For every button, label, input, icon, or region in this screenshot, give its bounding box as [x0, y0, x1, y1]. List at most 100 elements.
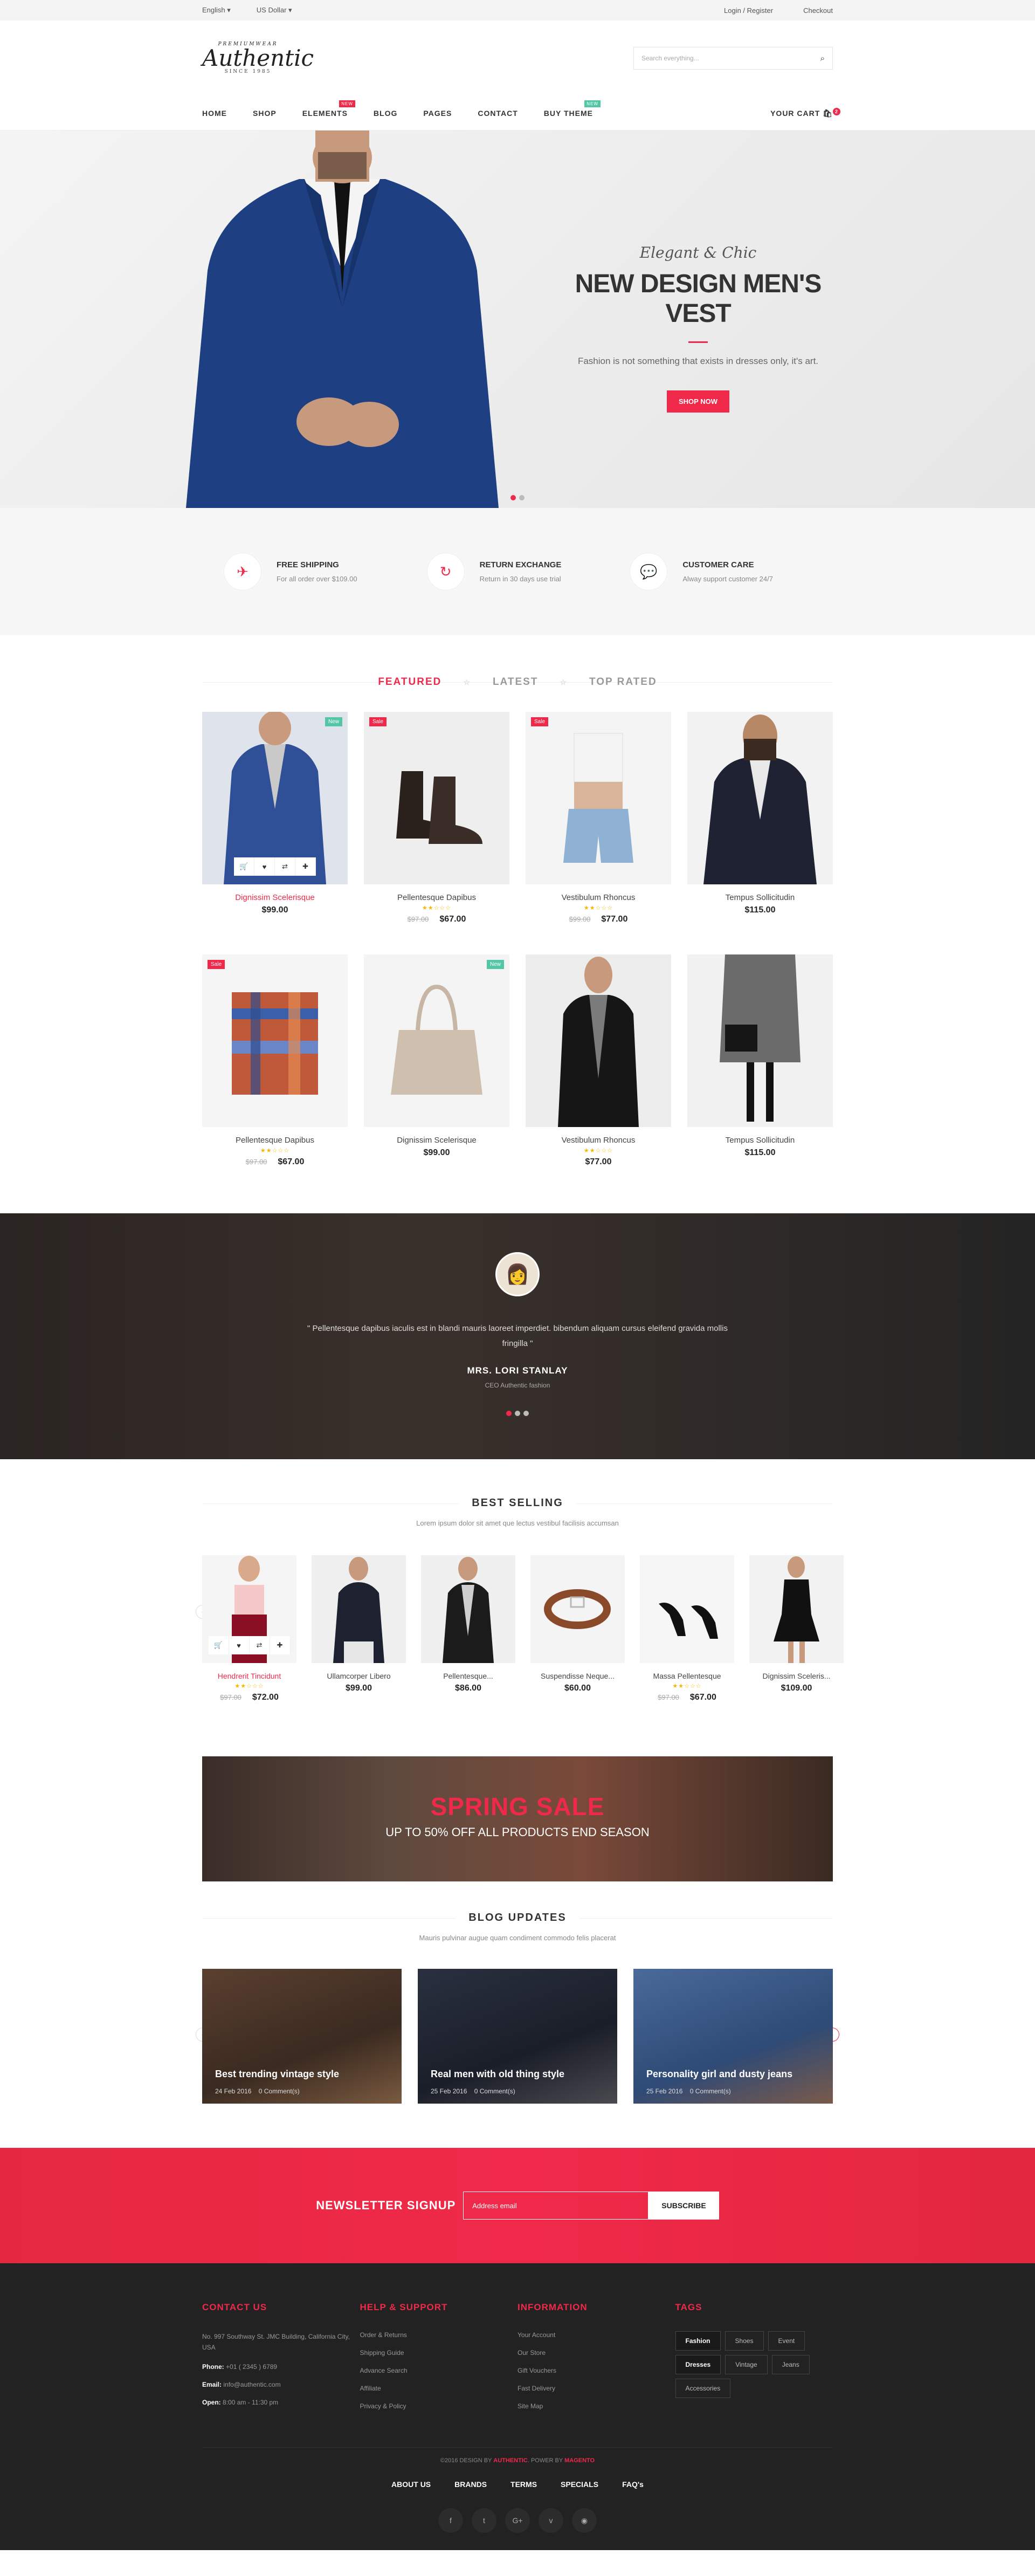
tag-jeans[interactable]: Jeans — [771, 2355, 810, 2374]
footer-link-faq[interactable]: FAQ's — [622, 2480, 644, 2489]
product-card[interactable]: Sale Pellentesque Dapibus ★★☆☆☆ $97.00 $6… — [202, 954, 348, 1167]
product-name[interactable]: Suspendisse Neque... — [530, 1672, 625, 1680]
footer-link[interactable]: Our Store — [518, 2349, 675, 2357]
tag-dresses[interactable]: Dresses — [675, 2355, 721, 2374]
product-name[interactable]: Vestibulum Rhoncus — [526, 893, 671, 902]
product-card[interactable]: New Dignissim Scelerisque $99.00 — [364, 954, 509, 1167]
logo[interactable]: PREMIUMWEAR Authentic SINCE 1985 — [202, 42, 314, 74]
footer-link[interactable]: Gift Vouchers — [518, 2367, 675, 2374]
checkout-link[interactable]: Checkout — [803, 6, 833, 15]
twitter-icon[interactable]: t — [472, 2508, 496, 2533]
product-image[interactable] — [687, 954, 833, 1127]
footer-link-brands[interactable]: BRANDS — [454, 2480, 487, 2489]
slide-dot[interactable] — [506, 1411, 512, 1416]
copyright-brand[interactable]: AUTHENTIC — [493, 2457, 528, 2464]
copyright-platform[interactable]: MAGENTO — [564, 2457, 595, 2464]
tag-vintage[interactable]: Vintage — [725, 2355, 768, 2374]
product-card[interactable]: Sale Pellentesque Dapibus ★★☆☆☆ $97.00 $6… — [364, 712, 509, 924]
product-image[interactable]: Sale — [526, 712, 671, 884]
cart-icon[interactable]: 🛒 — [234, 857, 254, 876]
product-card[interactable]: 🛒 ♥ ⇄ ✚ Hendrerit Tincidunt ★★☆☆☆ $97.00 $72… — [202, 1555, 296, 1702]
product-name[interactable]: Tempus Sollicitudin — [687, 1136, 833, 1145]
newsletter-email-input[interactable]: Address email — [463, 2192, 649, 2220]
nav-contact[interactable]: CONTACT — [478, 109, 518, 118]
product-name[interactable]: Dignissim Sceleris... — [749, 1672, 844, 1680]
tab-latest[interactable]: LATEST — [493, 676, 538, 688]
footer-link[interactable]: Fast Delivery — [518, 2385, 675, 2392]
product-card[interactable]: Suspendisse Neque... $60.00 — [530, 1555, 625, 1702]
heart-icon[interactable]: ♥ — [229, 1636, 250, 1654]
search-icon[interactable]: ⌕ — [820, 54, 825, 63]
product-card[interactable]: Sale Vestibulum Rhoncus ★★☆☆☆ $99.00 $77.… — [526, 712, 671, 924]
cart-button[interactable]: YOUR CART 🛍 2 — [770, 107, 840, 118]
product-name[interactable]: Pellentesque Dapibus — [202, 1136, 348, 1145]
subscribe-button[interactable]: SUBSCRIBE — [648, 2192, 719, 2220]
footer-link[interactable]: Shipping Guide — [360, 2349, 518, 2357]
product-card[interactable]: Vestibulum Rhoncus ★★☆☆☆ $77.00 — [526, 954, 671, 1167]
tab-top-rated[interactable]: TOP RATED — [589, 676, 657, 688]
product-card[interactable]: Tempus Sollicitudin $115.00 — [687, 712, 833, 924]
product-name[interactable]: Pellentesque... — [421, 1672, 515, 1680]
nav-shop[interactable]: SHOP — [253, 109, 277, 118]
footer-link-about[interactable]: ABOUT US — [391, 2480, 431, 2489]
nav-blog[interactable]: BLOG — [374, 109, 397, 118]
product-image[interactable]: Sale — [364, 712, 509, 884]
product-image[interactable] — [749, 1555, 844, 1663]
product-card[interactable]: Tempus Sollicitudin $115.00 — [687, 954, 833, 1167]
spring-sale-banner[interactable]: SPRING SALE UP TO 50% OFF ALL PRODUCTS E… — [202, 1756, 833, 1881]
product-image[interactable]: New 🛒 ♥ ⇄ ✚ — [202, 712, 348, 884]
product-name[interactable]: Massa Pellentesque — [640, 1672, 734, 1680]
product-name[interactable]: Ullamcorper Libero — [312, 1672, 406, 1680]
search-input[interactable]: Search everything... ⌕ — [633, 47, 833, 70]
google-plus-icon[interactable]: G+ — [505, 2508, 530, 2533]
product-name[interactable]: Dignissim Scelerisque — [202, 893, 348, 902]
compare-icon[interactable]: ⇄ — [275, 857, 295, 876]
shop-now-button[interactable]: SHOP NOW — [667, 390, 729, 413]
product-name[interactable]: Tempus Sollicitudin — [687, 893, 833, 902]
product-name[interactable]: Vestibulum Rhoncus — [526, 1136, 671, 1145]
currency-select[interactable]: US Dollar ▾ — [257, 6, 292, 15]
tag-event[interactable]: Event — [768, 2331, 805, 2351]
footer-link[interactable]: Affiliate — [360, 2385, 518, 2392]
product-image[interactable] — [530, 1555, 625, 1663]
product-image[interactable]: Sale — [202, 954, 348, 1127]
email-value[interactable]: info@authentic.com — [223, 2381, 280, 2388]
login-register-link[interactable]: Login / Register — [724, 6, 773, 15]
zoom-icon[interactable]: ✚ — [295, 857, 316, 876]
product-image[interactable] — [687, 712, 833, 884]
product-name[interactable]: Pellentesque Dapibus — [364, 893, 509, 902]
product-name[interactable]: Hendrerit Tincidunt — [202, 1672, 296, 1680]
nav-home[interactable]: HOME — [202, 109, 227, 118]
facebook-icon[interactable]: f — [438, 2508, 463, 2533]
nav-pages[interactable]: PAGES — [423, 109, 452, 118]
cart-icon[interactable]: 🛒 — [209, 1636, 229, 1654]
product-image[interactable] — [421, 1555, 515, 1663]
slide-dot[interactable] — [515, 1411, 520, 1416]
nav-elements[interactable]: ELEMENTS NEW — [302, 100, 355, 118]
product-image[interactable]: New — [364, 954, 509, 1127]
compare-icon[interactable]: ⇄ — [250, 1636, 270, 1654]
product-name[interactable]: Dignissim Scelerisque — [364, 1136, 509, 1145]
slide-dot[interactable] — [519, 495, 525, 500]
product-image[interactable] — [312, 1555, 406, 1663]
heart-icon[interactable]: ♥ — [254, 857, 275, 876]
product-image[interactable]: 🛒 ♥ ⇄ ✚ — [202, 1555, 296, 1663]
language-select[interactable]: English ▾ — [202, 6, 231, 15]
footer-link-specials[interactable]: SPECIALS — [561, 2480, 598, 2489]
blog-post[interactable]: Personality girl and dusty jeans 25 Feb … — [633, 1969, 833, 2104]
footer-link[interactable]: Site Map — [518, 2402, 675, 2410]
zoom-icon[interactable]: ✚ — [270, 1636, 291, 1654]
product-card[interactable]: Dignissim Sceleris... $109.00 — [749, 1555, 844, 1702]
product-card[interactable]: Ullamcorper Libero $99.00 — [312, 1555, 406, 1702]
product-card[interactable]: Massa Pellentesque ★★☆☆☆ $97.00 $67.00 — [640, 1555, 734, 1702]
slide-dot[interactable] — [523, 1411, 529, 1416]
footer-link[interactable]: Advance Search — [360, 2367, 518, 2374]
blog-post[interactable]: Best trending vintage style 24 Feb 2016 … — [202, 1969, 402, 2104]
footer-link[interactable]: Order & Returns — [360, 2331, 518, 2339]
footer-link[interactable]: Your Account — [518, 2331, 675, 2339]
rss-icon[interactable]: ◉ — [572, 2508, 597, 2533]
tag-fashion[interactable]: Fashion — [675, 2331, 721, 2351]
tag-shoes[interactable]: Shoes — [724, 2331, 764, 2351]
product-image[interactable] — [640, 1555, 734, 1663]
product-card[interactable]: New 🛒 ♥ ⇄ ✚ Dignissim Scelerisque $99.00 — [202, 712, 348, 924]
